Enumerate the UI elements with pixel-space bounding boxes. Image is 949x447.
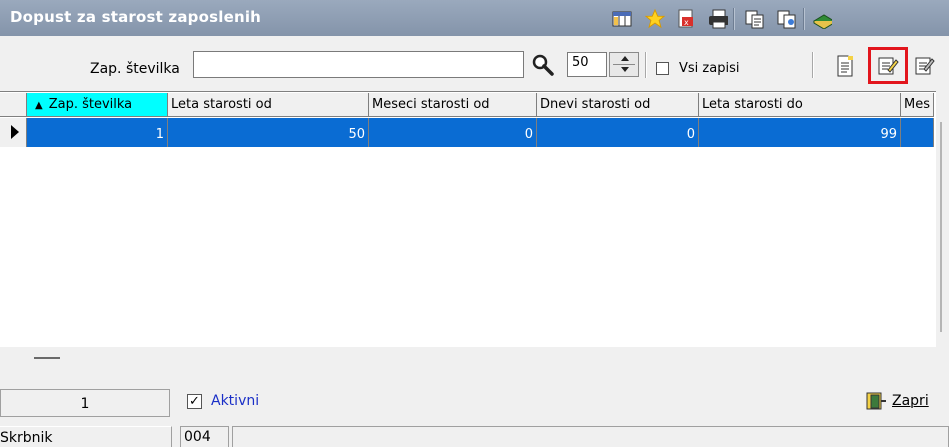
column-header-dnevi-od[interactable]: Dnevi starosti od (537, 93, 699, 117)
cell-leta-do[interactable]: 99 (699, 118, 901, 147)
close-button[interactable]: Zapri (864, 391, 929, 411)
copy-record-icon[interactable] (744, 9, 764, 29)
table-row[interactable]: 1 50 0 0 99 (0, 118, 934, 147)
column-header-zap-stevilka[interactable]: ▲ Zap. številka (27, 93, 168, 117)
toolbar-separator (812, 52, 814, 78)
search-input[interactable] (193, 51, 524, 78)
search-label: Zap. številka (90, 61, 180, 77)
search-icon[interactable] (532, 54, 554, 76)
page-size-field[interactable]: 50 (567, 52, 607, 77)
columns-icon[interactable] (612, 9, 632, 29)
all-records-checkbox[interactable] (656, 62, 669, 75)
vertical-scrollbar[interactable] (936, 93, 949, 346)
grid-header: ▲ Zap. številka Leta starosti od Meseci s… (0, 93, 934, 117)
toolbar-separator (645, 52, 647, 78)
cell-zap-stevilka[interactable]: 1 (27, 118, 168, 147)
status-message (232, 426, 949, 447)
window-title: Dopust za starost zaposlenih (10, 8, 262, 26)
toolbar-separator (803, 8, 805, 30)
status-user: Skrbnik (0, 426, 172, 447)
grid-corner (0, 93, 27, 117)
edit-button-highlight (868, 47, 908, 84)
splitter-handle[interactable] (34, 357, 60, 359)
cell-dnevi-od[interactable]: 0 (537, 118, 699, 147)
toolbar-separator (733, 8, 735, 30)
active-label: Aktivni (211, 393, 260, 409)
column-header-leta-do[interactable]: Leta starosti do (699, 93, 901, 117)
print-icon[interactable] (708, 9, 728, 29)
door-exit-icon (866, 392, 886, 410)
cell-meseci-od[interactable]: 0 (369, 118, 537, 147)
column-header-label: Zap. številka (48, 97, 133, 112)
help-book-icon[interactable] (812, 9, 832, 29)
status-code: 004 (180, 426, 229, 447)
column-header-leta-od[interactable]: Leta starosti od (168, 93, 369, 117)
cell-meseci-do[interactable] (901, 118, 934, 147)
new-record-icon[interactable] (836, 55, 854, 81)
column-header-meseci-od[interactable]: Meseci starosti od (369, 93, 537, 117)
page-size-stepper[interactable] (609, 52, 639, 77)
favorite-star-icon[interactable] (645, 8, 665, 29)
cell-leta-od[interactable]: 50 (168, 118, 369, 147)
record-count: 1 (0, 389, 170, 417)
column-header-meseci-do[interactable]: Mes (901, 93, 934, 117)
copy-records-icon[interactable] (776, 9, 796, 29)
svg-text:x: x (684, 18, 689, 27)
export-pdf-icon[interactable]: x (676, 9, 696, 29)
close-label: Zapri (892, 393, 929, 409)
sort-ascending-icon: ▲ (35, 100, 43, 111)
active-checkbox[interactable]: ✓ (187, 394, 202, 409)
multi-edit-icon[interactable] (914, 55, 936, 81)
all-records-label: Vsi zapisi (679, 61, 740, 76)
